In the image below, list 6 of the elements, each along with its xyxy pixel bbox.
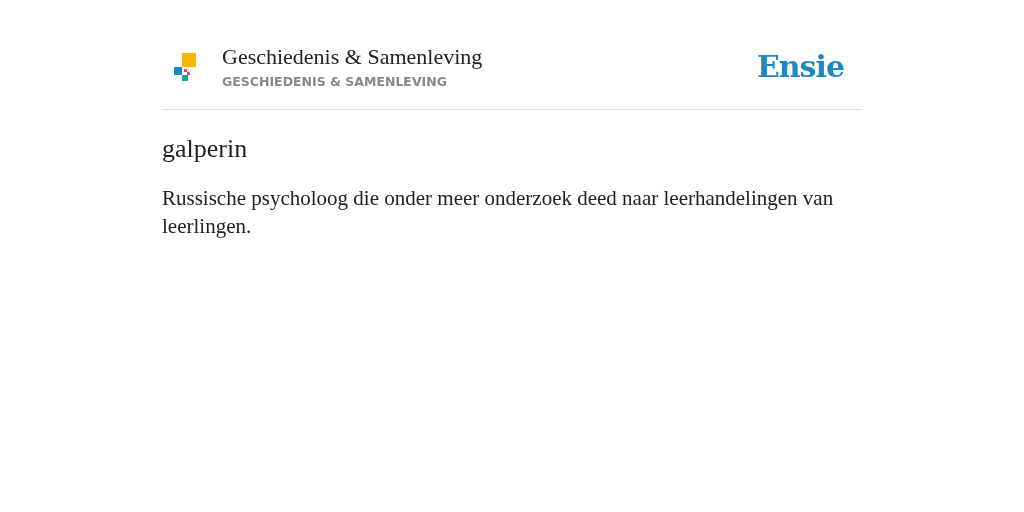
logo-icon bbox=[174, 52, 196, 81]
site-title[interactable]: Geschiedenis & Samenleving bbox=[222, 44, 757, 70]
brand-logo[interactable]: Ensie bbox=[756, 49, 844, 84]
site-subtitle: GESCHIEDENIS & SAMENLEVING bbox=[222, 74, 448, 89]
entry-term: galperin bbox=[162, 134, 249, 164]
entry-definition: Russische psycholoog die onder meer onderzoek deed naar leerhandelingen van leerlingen. bbox=[162, 185, 835, 240]
